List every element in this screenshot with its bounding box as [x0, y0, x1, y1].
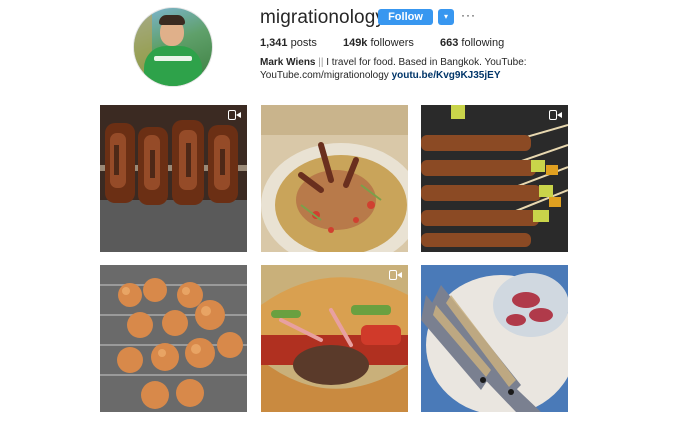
- video-camera-icon: [549, 110, 563, 120]
- following-stat[interactable]: 663 following: [440, 37, 504, 49]
- post-thumbnail[interactable]: [100, 105, 247, 252]
- followers-label: followers: [370, 37, 414, 49]
- grilled-fish-photo: [421, 265, 568, 412]
- meatball-skewers-photo: [100, 265, 247, 412]
- video-camera-icon: [228, 110, 242, 120]
- chevron-down-icon: ▾: [443, 12, 448, 21]
- post-thumbnail[interactable]: [261, 265, 408, 412]
- post-thumbnail[interactable]: [421, 105, 568, 252]
- post-thumbnail[interactable]: [421, 265, 568, 412]
- follow-button[interactable]: Follow: [378, 9, 433, 25]
- bio-full-name: Mark Wiens: [260, 57, 316, 68]
- bio-separator: ||: [318, 57, 324, 68]
- crab-salad-photo: [261, 105, 408, 252]
- more-options-button[interactable]: ···: [461, 8, 476, 22]
- following-count: 663: [439, 37, 459, 49]
- post-thumbnail[interactable]: [261, 105, 408, 252]
- avatar-hair: [159, 15, 185, 25]
- satay-skewers-photo: [421, 105, 568, 252]
- avatar-shirt-print: [154, 56, 192, 61]
- video-camera-icon: [389, 270, 403, 280]
- posts-count: 1,341: [260, 37, 288, 49]
- profile-username: migrationology: [260, 7, 385, 28]
- followers-count: 149k: [342, 37, 368, 49]
- bio-link[interactable]: youtu.be/Kvg9KJ35jEY: [392, 70, 501, 81]
- posts-stat: 1,341 posts: [260, 37, 317, 49]
- following-label: following: [461, 37, 505, 49]
- profile-stats: 1,341 posts 149k followers 663 following: [260, 37, 527, 49]
- profile-bio: Mark Wiens || I travel for food. Based i…: [260, 56, 590, 82]
- posts-label: posts: [290, 37, 317, 49]
- followers-stat[interactable]: 149k followers: [343, 37, 414, 49]
- bio-text: I travel for food. Based in Bangkok. You…: [326, 57, 527, 68]
- post-thumbnail[interactable]: [100, 265, 247, 412]
- bio-youtube-url: YouTube.com/migrationology: [260, 70, 389, 81]
- grilled-meat-photo: [100, 105, 247, 252]
- profile-avatar[interactable]: [133, 7, 213, 87]
- avatar-shirt: [144, 46, 202, 86]
- suggested-dropdown-button[interactable]: ▾: [438, 9, 454, 25]
- burger-photo: [261, 265, 408, 412]
- more-icon: ···: [461, 8, 476, 22]
